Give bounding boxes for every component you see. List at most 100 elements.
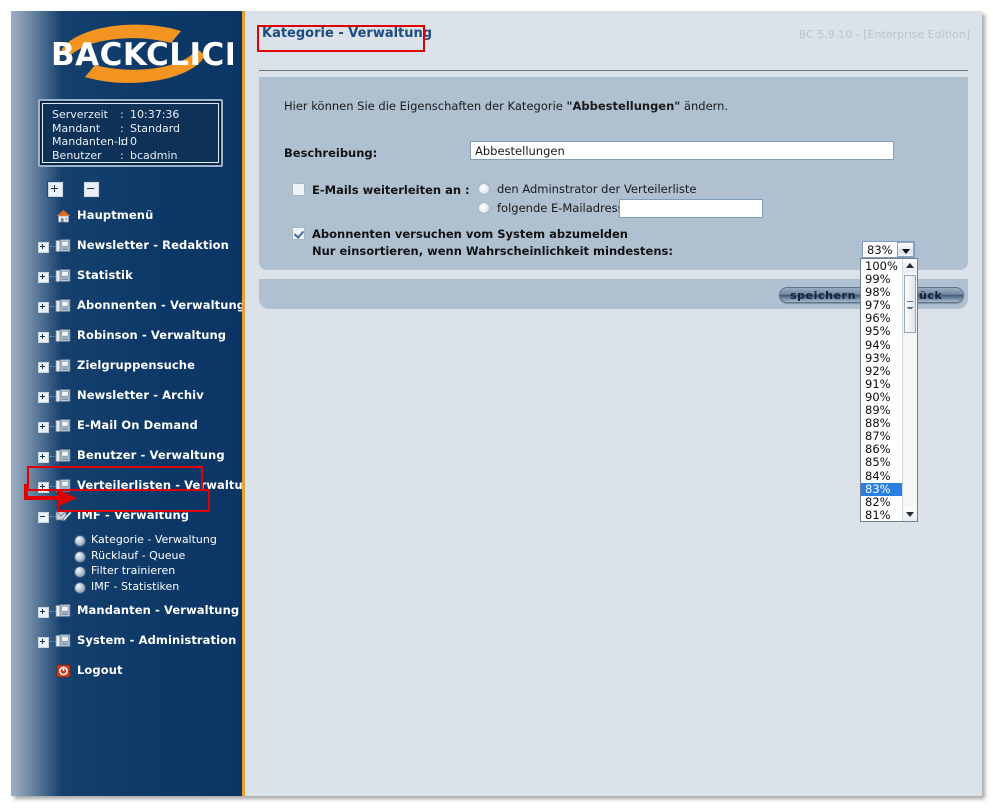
expand-icon[interactable] [38,242,49,253]
sidebar-item-label: Newsletter - Redaktion [77,238,229,252]
dropdown-option[interactable]: 85% [861,456,902,469]
expand-icon[interactable] [38,637,49,648]
page-title-wrap: Kategorie - Verwaltung [259,24,436,43]
sidebar-subitem-ruecklauf-queue[interactable]: Rücklauf - Queue [11,548,242,565]
server-info-row: Mandant: Standard [52,122,218,136]
sidebar-item-robinson-verwaltung[interactable]: Robinson - Verwaltung [11,321,242,351]
home-icon [55,208,72,224]
expand-all-button[interactable] [48,182,63,197]
backclick-logo[interactable]: BACKCLICK [33,21,233,89]
sidebar-item-mandanten-verwaltung[interactable]: Mandanten - Verwaltung [11,596,242,626]
server-info-row: Mandanten-Id: 0 [52,135,218,149]
sidebar-item-benutzer-verwaltung[interactable]: Benutzer - Verwaltung [11,441,242,471]
imf-subtree: Kategorie - Verwaltung Rücklauf - Queue … [11,531,242,596]
sidebar-item-label: Newsletter - Archiv [77,388,204,402]
expand-icon[interactable] [38,482,49,493]
chevron-down-icon[interactable] [897,242,914,257]
sidebar-item-logout[interactable]: Logout [11,656,242,686]
info-key: Mandanten-Id [52,135,129,148]
info-key: Serverzeit [52,108,108,121]
radio-email-label: folgende E-Mailadresse : [497,201,639,215]
expand-icon[interactable] [38,422,49,433]
sidebar-subitem-label: IMF - Statistiken [91,579,180,593]
sidebar-item-label: Hauptmenü [77,208,154,222]
sidebar-item-hauptmenue[interactable]: Hauptmenü [11,201,242,231]
imf-icon [55,508,72,524]
svg-text:BACKCLICK: BACKCLICK [51,37,233,73]
folder-icon [55,238,72,254]
folder-icon [55,298,72,314]
info-sep: : [120,108,124,121]
sidebar-item-newsletter-archiv[interactable]: Newsletter - Archiv [11,381,242,411]
scroll-down-icon[interactable] [903,507,917,521]
radio-admin[interactable] [478,183,490,195]
expand-icon[interactable] [38,607,49,618]
dropdown-option[interactable]: 95% [861,325,902,338]
collapse-all-button[interactable] [84,182,100,197]
threshold-label: Nur einsortieren, wenn Wahrscheinlichkei… [312,244,673,258]
header-divider [259,70,968,71]
forward-emails-checkbox[interactable] [292,183,305,196]
screenshot-root: BACKCLICK Serverzeit:10:37:36 Mandant: St… [0,0,993,811]
sidebar-item-label: E-Mail On Demand [77,418,198,432]
sidebar-item-abonnenten-verwaltung[interactable]: Abonnenten - Verwaltung [11,291,242,321]
sidebar-subitem-kategorie-verwaltung[interactable]: Kategorie - Verwaltung [11,533,242,549]
dropdown-option[interactable]: 93% [861,351,902,365]
dropdown-scrollbar[interactable] [902,259,917,521]
folder-icon [55,328,72,344]
info-value: Standard [130,121,181,135]
unsubscribe-checkbox[interactable] [292,227,305,240]
folder-icon [55,268,72,284]
sidebar-item-zielgruppensuche[interactable]: Zielgruppensuche [11,351,242,381]
server-info-row: Serverzeit:10:37:36 [52,108,218,122]
dropdown-option-selected[interactable]: 83% [861,482,902,496]
sidebar-item-newsletter-redaktion[interactable]: Newsletter - Redaktion [11,231,242,261]
sidebar-item-label: Abonnenten - Verwaltung [77,298,242,312]
forward-email-input[interactable] [619,199,763,218]
sidebar-item-system-administration[interactable]: System - Administration [11,626,242,656]
description-input[interactable] [470,141,894,160]
intro-prefix: Hier können Sie die Eigenschaften der Ka… [284,99,567,113]
expand-icon[interactable] [38,362,49,373]
sidebar-item-label: IMF - Verwaltung [77,508,190,522]
sidebar-item-verteilerlisten-verwaltung[interactable]: Verteilerlisten - Verwaltung [11,471,242,501]
sidebar-item-label: Mandanten - Verwaltung [77,603,240,617]
dropdown-option[interactable]: 81% [861,508,902,522]
dropdown-option[interactable]: 91% [861,377,902,391]
expand-icon[interactable] [38,332,49,343]
folder-icon [55,418,72,434]
sidebar-item-email-on-demand[interactable]: E-Mail On Demand [11,411,242,441]
threshold-select-value: 83% [867,243,893,257]
info-value: bcadmin [130,148,178,162]
radio-email[interactable] [478,202,490,214]
scrollbar-thumb[interactable] [904,275,916,333]
expand-icon[interactable] [38,302,49,313]
sidebar-subitem-imf-statistiken[interactable]: IMF - Statistiken [11,579,242,596]
dropdown-options: 100% 99% 98% 97% 96% 95% 94% 93% 92% 91%… [861,259,902,522]
app-window: BACKCLICK Serverzeit:10:37:36 Mandant: St… [11,11,982,796]
sidebar-item-imf-verwaltung[interactable]: IMF - Verwaltung [11,501,242,531]
save-button[interactable]: speichern [779,287,867,303]
sidebar-subitem-filter-trainieren[interactable]: Filter trainieren [11,564,242,580]
threshold-dropdown-list[interactable]: 100% 99% 98% 97% 96% 95% 94% 93% 92% 91%… [860,258,918,522]
expand-icon[interactable] [38,272,49,283]
info-sep: : [120,148,124,162]
dropdown-option[interactable]: 92% [861,364,902,378]
tree-controls [48,179,115,198]
radio-admin-label: den Adminstrator der Verteilerliste [497,182,697,196]
sidebar-subitem-label: Kategorie - Verwaltung [91,533,217,546]
forward-emails-label: E-Mails weiterleiten an : [312,183,470,197]
dropdown-option[interactable]: 82% [861,495,902,509]
threshold-select[interactable]: 83% [862,241,915,258]
bullet-icon [75,582,85,593]
sidebar-subitem-label: Rücklauf - Queue [91,548,186,562]
expand-icon[interactable] [38,392,49,403]
dropdown-option[interactable]: 94% [861,338,902,352]
dropdown-option[interactable]: 84% [861,469,902,483]
expand-icon[interactable] [38,452,49,463]
intro-suffix: ändern. [680,99,729,113]
collapse-icon[interactable] [38,512,49,523]
scroll-up-icon[interactable] [903,259,917,273]
info-sep: : [120,135,124,148]
sidebar-item-statistik[interactable]: Statistik [11,261,242,291]
